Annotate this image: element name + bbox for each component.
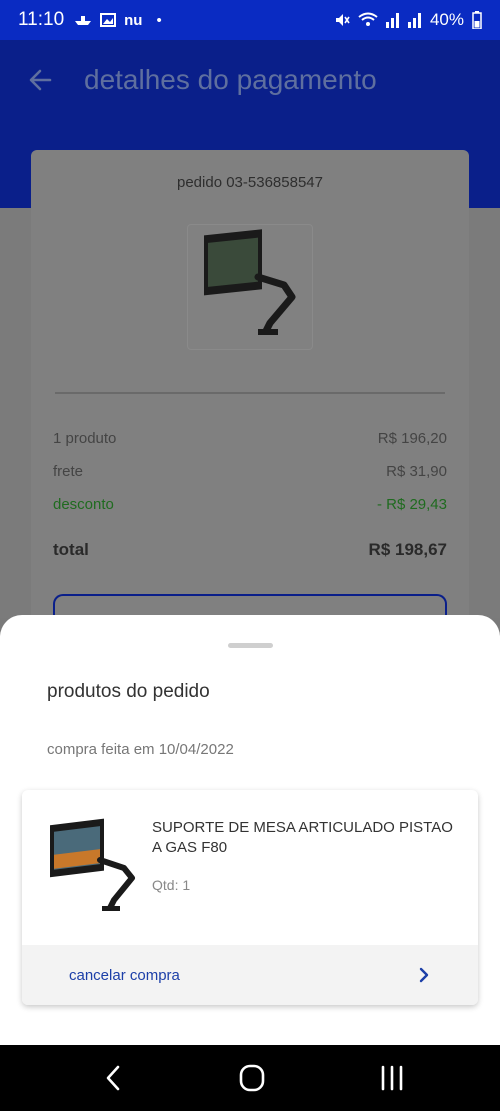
- product-card: SUPORTE DE MESA ARTICULADO PISTAO A GAS …: [22, 790, 478, 1005]
- back-nav-icon[interactable]: [94, 1063, 134, 1093]
- product-thumbnail: [187, 224, 313, 350]
- order-summary-card: pedido 03-536858547 1 produto R$ 196,20 …: [31, 150, 469, 634]
- cancel-purchase-button[interactable]: cancelar compra: [22, 945, 478, 1005]
- monitor-arm-icon: [204, 229, 296, 335]
- products-bottom-sheet: produtos do pedido compra feita em 10/04…: [0, 615, 500, 1045]
- summary-row-total: total R$ 198,67: [53, 540, 447, 560]
- notification-icons: nu •: [74, 12, 162, 29]
- status-dot: •: [156, 11, 162, 29]
- summary-row-shipping: frete R$ 31,90: [53, 463, 447, 480]
- summary-label: desconto: [53, 496, 114, 513]
- summary-row-discount: desconto - R$ 29,43: [53, 496, 447, 513]
- system-icons: 40%: [334, 10, 482, 30]
- monitor-arm-icon: [50, 818, 135, 911]
- boat-icon: [75, 16, 92, 25]
- summary-divider: [55, 392, 445, 394]
- page-title: detalhes do pagamento: [84, 64, 377, 95]
- mute-icon: [335, 14, 350, 26]
- arrow-left-icon[interactable]: [26, 62, 54, 98]
- sheet-drag-handle[interactable]: [228, 643, 273, 648]
- summary-value: R$ 198,67: [368, 540, 447, 559]
- sheet-title: produtos do pedido: [47, 681, 210, 702]
- status-bar: 11:10 nu • 40%: [0, 0, 500, 40]
- chevron-right-icon: [419, 967, 429, 983]
- summary-value: R$ 196,20: [377, 430, 447, 447]
- summary-label: total: [53, 540, 89, 559]
- wifi-icon: [358, 12, 378, 26]
- battery-icon: [472, 11, 482, 29]
- gallery-icon: [100, 13, 117, 27]
- summary-row-products: 1 produto R$ 196,20: [53, 430, 447, 447]
- cancel-purchase-label: cancelar compra: [69, 966, 180, 984]
- signal-icon-2: [407, 13, 421, 28]
- battery-percent: 40%: [429, 10, 464, 29]
- summary-value: R$ 31,90: [386, 463, 447, 480]
- summary-label: 1 produto: [53, 430, 117, 447]
- nu-icon: nu: [124, 11, 143, 29]
- signal-icon: [385, 13, 399, 28]
- purchase-date: compra feita em 10/04/2022: [47, 741, 234, 758]
- summary-label: frete: [53, 463, 84, 480]
- home-nav-icon[interactable]: [232, 1063, 272, 1093]
- system-navigation-bar: [0, 1045, 500, 1111]
- product-name: SUPORTE DE MESA ARTICULADO PISTAO A GAS …: [152, 819, 453, 856]
- recent-apps-icon[interactable]: [372, 1063, 412, 1093]
- status-time: 11:10: [18, 9, 65, 30]
- order-id: pedido 03-536858547: [177, 174, 323, 191]
- product-quantity: Qtd: 1: [152, 877, 191, 893]
- summary-value: - R$ 29,43: [376, 496, 447, 513]
